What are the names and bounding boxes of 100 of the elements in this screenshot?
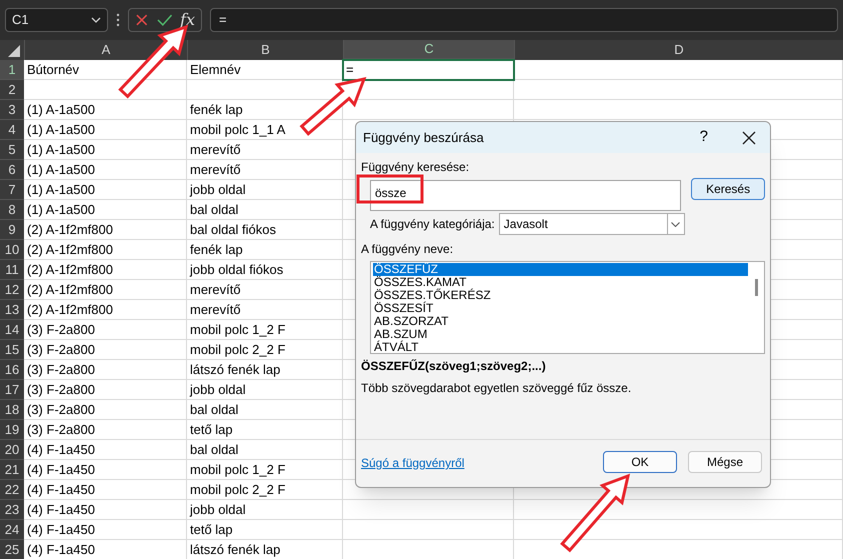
- table-cell: (2) A-1f2mf800: [24, 260, 187, 280]
- table-cell: (1) A-1a500: [24, 120, 187, 140]
- row-header[interactable]: 11: [0, 260, 24, 280]
- table-cell: (4) F-1a450: [24, 440, 187, 460]
- table-cell: mobil polc 2_2 F: [187, 340, 343, 360]
- table-cell: (3) F-2a800: [24, 360, 187, 380]
- row-header[interactable]: 16: [0, 360, 24, 380]
- function-item[interactable]: ÖSSZES.KAMAT: [373, 276, 748, 289]
- row-header[interactable]: 17: [0, 380, 24, 400]
- chevron-down-icon: [91, 17, 101, 23]
- table-cell: látszó fenék lap: [187, 360, 343, 380]
- column-header[interactable]: D: [514, 40, 843, 60]
- highlight-rectangle: [356, 174, 424, 204]
- row-header[interactable]: 23: [0, 500, 24, 520]
- table-cell: (2) A-1f2mf800: [24, 280, 187, 300]
- field-label: Függvény keresése:: [361, 159, 470, 176]
- function-item[interactable]: ÁTVÁLT: [373, 341, 748, 354]
- table-cell: bal oldal fiókos: [187, 220, 343, 240]
- table-cell: (3) F-2a800: [24, 420, 187, 440]
- function-item[interactable]: AB.SZORZAT: [373, 315, 748, 328]
- check-icon: [156, 13, 172, 27]
- table-cell: (2) A-1f2mf800: [24, 220, 187, 240]
- table-cell: bal oldal: [187, 400, 343, 420]
- row-header[interactable]: 14: [0, 320, 24, 340]
- row-header[interactable]: 7: [0, 180, 24, 200]
- table-cell: fenék lap: [187, 240, 343, 260]
- table-cell: (4) F-1a450: [24, 460, 187, 480]
- help-link[interactable]: Súgó a függvényről: [361, 454, 592, 472]
- table-cell: mobil polc 2_2 F: [187, 480, 343, 500]
- row-header[interactable]: 12: [0, 280, 24, 300]
- more-icon: [116, 13, 120, 27]
- function-description: Több szövegdarabot egyetlen szöveggé fűz össze.: [361, 380, 632, 397]
- table-cell: (1) A-1a500: [24, 180, 187, 200]
- field-label: A függvény neve:: [361, 241, 454, 257]
- row-header[interactable]: 2: [0, 80, 24, 100]
- formula-field[interactable]: =: [210, 8, 838, 32]
- table-cell: mobil polc 1_2 F: [187, 320, 343, 340]
- table-cell: tető lap: [187, 420, 343, 440]
- close-icon[interactable]: [742, 130, 756, 144]
- row-header[interactable]: 18: [0, 400, 24, 420]
- row-header[interactable]: 13: [0, 300, 24, 320]
- row-header[interactable]: 9: [0, 220, 24, 240]
- table-cell: látszó fenék lap: [187, 540, 343, 559]
- table-cell: (1) A-1a500: [24, 200, 187, 220]
- function-item[interactable]: ÖSSZES.TŐKERÉSZ: [373, 289, 748, 302]
- ok-button[interactable]: OK: [603, 450, 677, 472]
- search-button[interactable]: Keresés: [691, 178, 765, 200]
- row-header[interactable]: 1: [0, 60, 24, 80]
- row-header[interactable]: 6: [0, 160, 24, 180]
- table-cell: bal oldal: [187, 200, 343, 220]
- function-item[interactable]: AB.SZUM: [373, 328, 748, 341]
- row-header[interactable]: 25: [0, 540, 24, 559]
- cancel-icon: [135, 13, 149, 27]
- row-header[interactable]: 24: [0, 520, 24, 540]
- table-cell: tető lap: [187, 520, 343, 540]
- scrollbar-thumb[interactable]: [754, 279, 758, 296]
- table-cell: merevítő: [187, 300, 343, 320]
- row-header[interactable]: 3: [0, 100, 24, 120]
- table-cell: jobb oldal: [187, 180, 343, 200]
- search-field[interactable]: össze: [370, 180, 682, 211]
- table-cell: merevítő: [187, 280, 343, 300]
- table-cell: (3) F-2a800: [24, 340, 187, 360]
- dialog-title: Függvény beszúrása: [363, 128, 485, 147]
- function-item[interactable]: ÖSSZEFŰZ: [373, 263, 748, 276]
- row-header[interactable]: 22: [0, 480, 24, 500]
- chevron-down-icon: [671, 222, 680, 226]
- table-cell: (1) A-1a500: [24, 140, 187, 160]
- row-header[interactable]: 20: [0, 440, 24, 460]
- name-box[interactable]: C1: [5, 8, 108, 32]
- table-cell: (1) A-1a500: [24, 100, 187, 120]
- table-cell: jobb oldal: [187, 380, 343, 400]
- table-cell: merevítő: [187, 160, 343, 180]
- cancel-button[interactable]: Mégse: [688, 450, 762, 472]
- table-cell: Elemnév: [187, 60, 343, 80]
- table-cell: (4) F-1a450: [24, 540, 187, 559]
- table-cell: (4) F-1a450: [24, 480, 187, 500]
- row-header[interactable]: 15: [0, 340, 24, 360]
- table-cell: jobb oldal fiókos: [187, 260, 343, 280]
- help-button[interactable]: ?: [700, 126, 708, 149]
- table-cell: (3) F-2a800: [24, 380, 187, 400]
- table-cell: (1) A-1a500: [24, 160, 187, 180]
- table-cell: (4) F-1a450: [24, 520, 187, 540]
- row-header[interactable]: 19: [0, 420, 24, 440]
- function-item[interactable]: ÖSSZESÍT: [373, 302, 748, 315]
- table-cell: merevítő: [187, 140, 343, 160]
- table-cell: (2) A-1f2mf800: [24, 300, 187, 320]
- field-label: A függvény kategóriája:: [370, 216, 495, 233]
- row-header[interactable]: 4: [0, 120, 24, 140]
- column-header[interactable]: C: [343, 40, 514, 60]
- table-cell: (2) A-1f2mf800: [24, 240, 187, 260]
- table-cell: (3) F-2a800: [24, 400, 187, 420]
- table-cell: (4) F-1a450: [24, 500, 187, 520]
- category-dropdown[interactable]: Javasolt: [498, 213, 685, 235]
- row-header[interactable]: 8: [0, 200, 24, 220]
- row-header[interactable]: 5: [0, 140, 24, 160]
- row-header[interactable]: 10: [0, 240, 24, 260]
- active-cell[interactable]: =: [343, 60, 514, 80]
- table-cell: mobil polc 1_2 F: [187, 460, 343, 480]
- name-box-value: C1: [12, 11, 29, 30]
- row-header[interactable]: 21: [0, 460, 24, 480]
